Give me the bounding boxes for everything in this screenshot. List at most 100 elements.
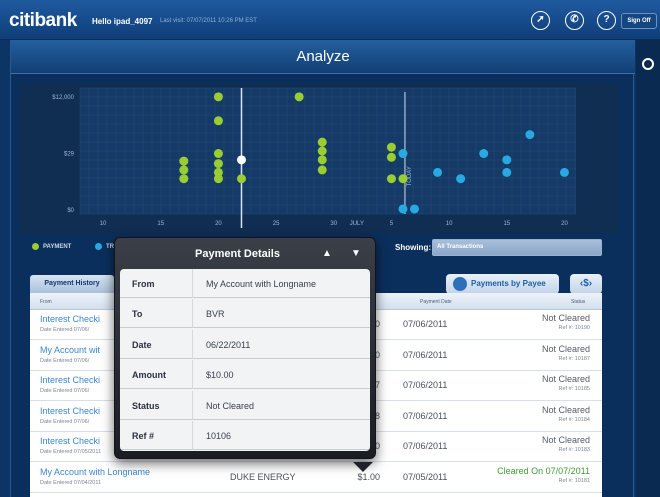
contact-icon[interactable]: ✆ xyxy=(565,11,584,30)
y-tick-label: $12,000 xyxy=(52,95,74,101)
y-tick-label: $29 xyxy=(64,152,75,158)
row-ref: Ref #: 10185 xyxy=(558,386,591,392)
detail-divider xyxy=(192,390,193,420)
side-panel-edge xyxy=(636,40,660,497)
legend-transfer-label: TR xyxy=(106,243,114,250)
detail-value: $10.00 xyxy=(206,370,234,381)
payment-point xyxy=(236,174,246,184)
sign-off-button[interactable]: Sign Off xyxy=(621,13,657,29)
transfer-point xyxy=(502,167,512,177)
row-status: Not Cleared xyxy=(541,313,590,323)
selected-point xyxy=(236,155,246,165)
payments-by-payee-button[interactable]: Payments by Payee xyxy=(446,274,559,294)
row-ref: Ref #: 10181 xyxy=(558,477,591,484)
detail-label: Amount xyxy=(132,370,166,381)
detail-value: My Account with Longname xyxy=(206,279,317,289)
row-date-entered: Date Entered 07/05/2011 xyxy=(40,449,102,455)
row-from[interactable]: Interest Checki xyxy=(40,375,100,385)
row-status: Not Cleared xyxy=(541,374,590,384)
x-tick-label: 25 xyxy=(273,221,280,227)
payment-point xyxy=(213,92,223,102)
row-date-entered: Date Entered 07/06/ xyxy=(40,357,90,364)
tab-payment-history[interactable]: Payment History xyxy=(30,275,114,293)
row-payment-date: 07/06/2011 xyxy=(403,380,448,390)
detail-value: Not Cleared xyxy=(206,400,255,411)
next-arrow-icon[interactable]: ▼ xyxy=(351,248,361,259)
transfer-point xyxy=(410,204,420,214)
detail-label: Status xyxy=(132,400,160,411)
table-row[interactable]: My Account with Longname Date Entered 07/… xyxy=(30,463,602,493)
transactions-chart[interactable]: $12,000 $29 $0 10 15 20 25 30 JULY 5 10 15 20 TODAY xyxy=(20,84,618,234)
last-visit: Last visit: 07/07/2011 10:26 PM EST xyxy=(160,18,257,24)
row-status: Cleared On 07/07/2011 xyxy=(497,465,590,476)
row-date-entered: Date Entered 07/06/ xyxy=(40,388,90,394)
row-payment-date: 07/06/2011 xyxy=(403,319,448,329)
header-from: From xyxy=(40,299,52,305)
row-amount: $1.00 xyxy=(357,471,380,482)
payment-point xyxy=(213,174,223,184)
transfer-point xyxy=(456,174,466,184)
chart-svg[interactable]: $12,000$29$010 15 20 25 30 JULY 5 10 15 20TODAY xyxy=(20,84,618,234)
row-payee: DUKE ENERGY xyxy=(230,471,296,482)
detail-divider xyxy=(192,299,193,329)
popover-title: Payment Details xyxy=(195,248,280,260)
ring-icon xyxy=(642,58,654,70)
row-from[interactable]: Interest Checki xyxy=(40,406,100,416)
payment-point xyxy=(213,159,223,169)
row-from[interactable]: My Account with Longname xyxy=(40,467,150,477)
detail-divider xyxy=(192,269,193,298)
transfer-point xyxy=(398,204,408,214)
header-status: Status xyxy=(571,299,586,305)
row-date-entered: Date Entered 07/04/2011 xyxy=(40,479,102,486)
popover-details-list: From My Account with Longname To BVR Date 06/… xyxy=(120,269,370,451)
detail-row: Date 06/22/2011 xyxy=(120,329,370,359)
detail-row: Amount $10.00 xyxy=(120,360,370,390)
pie-chart-icon xyxy=(453,277,467,291)
payment-point xyxy=(213,116,223,126)
citibank-logo: citibank xyxy=(9,10,77,31)
help-icon[interactable]: ? xyxy=(597,11,616,30)
header-payment-date: Payment Date xyxy=(420,299,452,305)
row-date-entered: Date Entered 07/06/ xyxy=(40,327,90,333)
currency-toggle-button[interactable]: ‹$› xyxy=(570,274,602,294)
payment-dot-icon xyxy=(32,243,39,250)
row-payment-date: 07/06/2011 xyxy=(403,349,448,360)
payment-point xyxy=(317,137,327,147)
payment-point xyxy=(386,142,396,152)
payment-point xyxy=(317,146,327,156)
transfer-point xyxy=(433,167,443,177)
detail-row: To BVR xyxy=(120,299,370,329)
legend-payment-label: PAYMENT xyxy=(43,243,72,250)
transfer-point xyxy=(559,167,569,177)
transfer-dot-icon xyxy=(95,243,102,250)
row-ref: Ref #: 10187 xyxy=(558,355,591,362)
detail-label: From xyxy=(132,279,155,289)
payment-point xyxy=(179,165,189,175)
row-payment-date: 07/06/2011 xyxy=(403,410,448,421)
detail-row: Ref # 10106 xyxy=(120,421,370,450)
compass-icon[interactable]: ➚ xyxy=(531,11,550,30)
row-status: Not Cleared xyxy=(541,343,590,354)
row-ref: Ref #: 10190 xyxy=(558,325,591,331)
detail-divider xyxy=(192,329,193,359)
payment-point xyxy=(317,155,327,165)
row-ref: Ref #: 10184 xyxy=(558,416,591,423)
row-from[interactable]: My Account wit xyxy=(40,345,100,355)
detail-label: Date xyxy=(132,339,152,350)
payment-point xyxy=(179,174,189,184)
x-tick-label: 20 xyxy=(561,221,568,227)
payment-details-popover: Payment Details ▲ ▼ From My Account with … xyxy=(114,237,376,472)
row-date-entered: Date Entered 07/06/ xyxy=(40,418,90,425)
detail-label: Ref # xyxy=(132,431,155,441)
transfer-point xyxy=(479,149,489,159)
row-payment-date: 07/06/2011 xyxy=(403,441,448,451)
detail-value: 10106 xyxy=(206,431,232,441)
row-from[interactable]: Interest Checki xyxy=(40,436,100,446)
showing-select[interactable]: All Transactions xyxy=(432,239,602,256)
previous-arrow-icon[interactable]: ▲ xyxy=(322,248,332,259)
row-from[interactable]: Interest Checki xyxy=(40,314,100,324)
detail-divider xyxy=(192,421,193,450)
transfer-point xyxy=(502,155,512,165)
today-label: TODAY xyxy=(407,166,413,186)
x-tick-label: 15 xyxy=(503,221,510,227)
